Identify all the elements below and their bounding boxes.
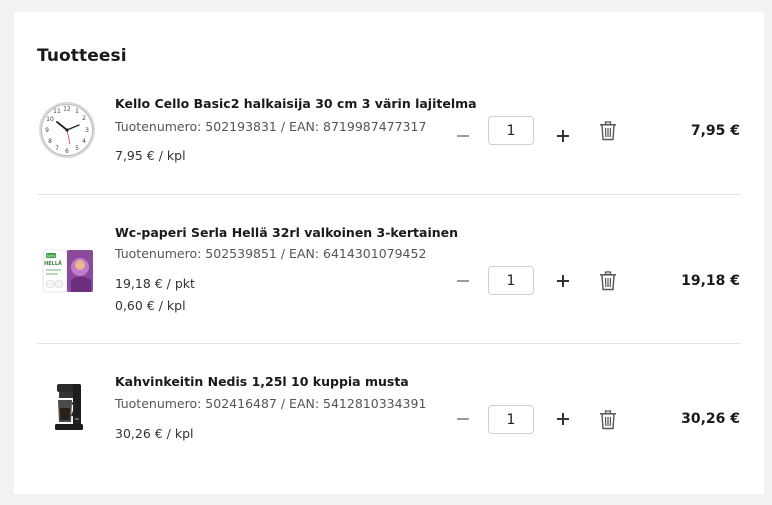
unit-price-secondary: 0,60 € / kpl (115, 298, 186, 313)
divider (37, 343, 740, 344)
svg-text:12: 12 (63, 106, 71, 113)
section-title: Tuotteesi (37, 46, 127, 66)
product-image-coffee-maker[interactable] (37, 378, 97, 438)
line-total: 19,18 € (681, 273, 740, 289)
svg-text:3: 3 (85, 127, 89, 134)
quantity-input[interactable] (488, 266, 534, 295)
svg-text:9: 9 (45, 127, 49, 134)
brand-label: Serla (47, 254, 56, 258)
trash-icon[interactable] (599, 410, 617, 430)
quantity-input[interactable] (488, 116, 534, 145)
unit-price: 19,18 € / pkt (115, 276, 195, 291)
product-meta: Tuotenumero: 502193831 / EAN: 8719987477… (115, 119, 427, 134)
product-meta: Tuotenumero: 502416487 / EAN: 5412810334… (115, 396, 427, 411)
product-name[interactable]: Wc-paperi Serla Hellä 32rl valkoinen 3-k… (115, 225, 458, 240)
minus-icon[interactable] (455, 128, 471, 144)
minus-icon[interactable] (455, 273, 471, 289)
unit-price: 30,26 € / kpl (115, 426, 194, 441)
cart-card: Tuotteesi 12 1 2 3 4 5 6 7 8 9 10 11 Kel… (14, 12, 764, 494)
svg-text:11: 11 (53, 108, 61, 115)
product-image-wall-clock[interactable]: 12 1 2 3 4 5 6 7 8 9 10 11 (37, 100, 97, 160)
cart-item: Kahvinkeitin Nedis 1,25l 10 kuppia musta… (37, 374, 740, 464)
minus-icon[interactable] (455, 411, 471, 427)
quantity-input[interactable] (488, 405, 534, 434)
product-name[interactable]: Kello Cello Basic2 halkaisija 30 cm 3 vä… (115, 96, 477, 111)
svg-text:6: 6 (65, 148, 69, 155)
svg-text:4: 4 (82, 138, 86, 145)
line-total: 30,26 € (681, 411, 740, 427)
trash-icon[interactable] (599, 121, 617, 141)
brand-text: HELLÄ (44, 260, 62, 267)
svg-text:10: 10 (46, 116, 54, 123)
svg-text:5: 5 (75, 145, 79, 152)
cart-item: Serla HELLÄ Wc-paperi Serla Hellä 32rl v… (37, 225, 740, 325)
product-meta: Tuotenumero: 502539851 / EAN: 6414301079… (115, 246, 427, 261)
line-total: 7,95 € (690, 123, 740, 139)
plus-icon[interactable] (555, 273, 571, 289)
unit-price: 7,95 € / kpl (115, 148, 186, 163)
plus-icon[interactable] (555, 411, 571, 427)
product-name[interactable]: Kahvinkeitin Nedis 1,25l 10 kuppia musta (115, 374, 409, 389)
trash-icon[interactable] (599, 271, 617, 291)
svg-text:8: 8 (48, 138, 52, 145)
cart-item: 12 1 2 3 4 5 6 7 8 9 10 11 Kello Cello B… (37, 96, 740, 186)
svg-text:2: 2 (82, 115, 86, 122)
svg-text:1: 1 (75, 108, 79, 115)
svg-text:7: 7 (55, 145, 59, 152)
product-image-toilet-paper-pack[interactable]: Serla HELLÄ (37, 240, 97, 300)
plus-icon[interactable] (555, 128, 571, 144)
divider (37, 194, 740, 195)
